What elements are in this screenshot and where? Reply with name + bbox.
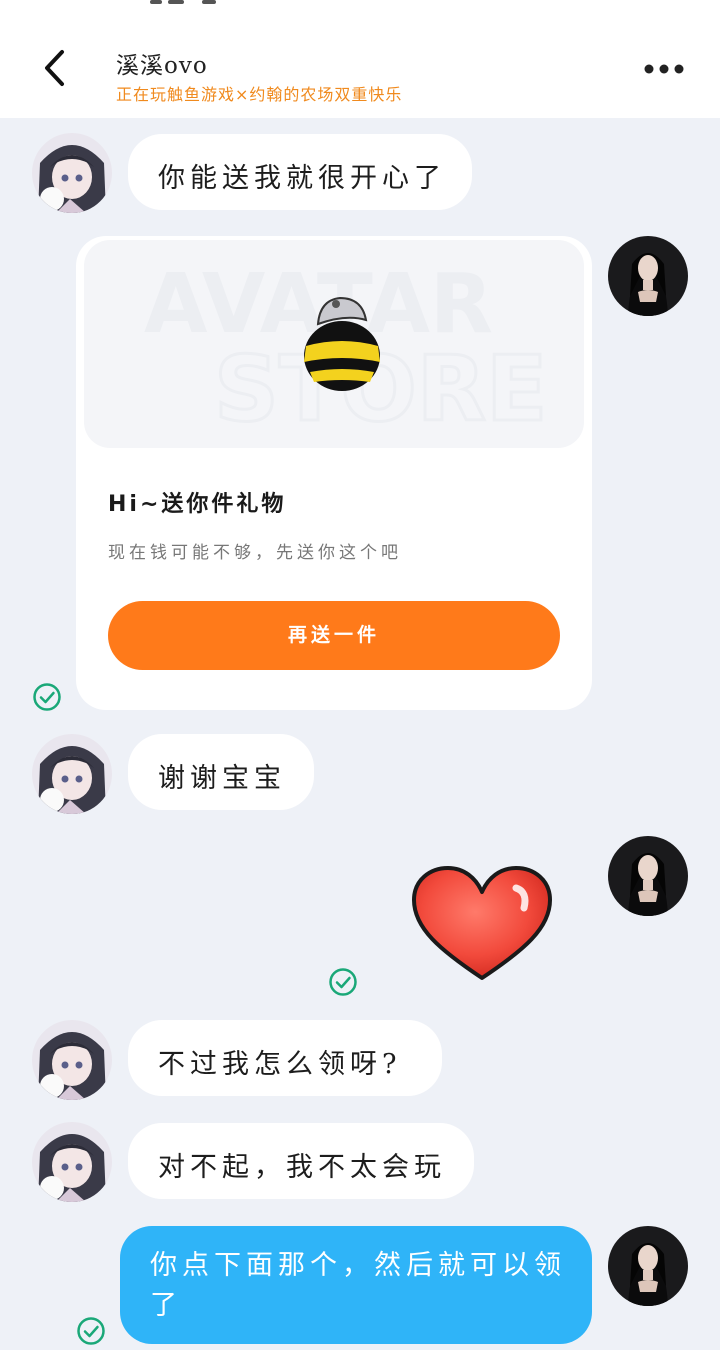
- svg-text:STORE: STORE: [214, 337, 548, 442]
- message-text: 不过我怎么领呀?: [158, 1049, 402, 1080]
- contact-status: 正在玩触鱼游戏×约翰的农场双重快乐: [116, 85, 403, 104]
- send-another-gift-button[interactable]: 再送一件: [108, 601, 560, 670]
- heart-sticker-icon[interactable]: [410, 864, 554, 984]
- anime-girl-avatar-image: [32, 734, 112, 814]
- message-text: 对不起，我不太会玩: [158, 1152, 446, 1183]
- woman-portrait-avatar-image: [608, 836, 688, 916]
- message-bubble-sent[interactable]: 你点下面那个，然后就可以领了: [120, 1226, 592, 1344]
- self-avatar[interactable]: [608, 236, 688, 316]
- contact-avatar[interactable]: [32, 133, 112, 213]
- anime-girl-avatar-image: [32, 1122, 112, 1202]
- read-check-icon: [33, 683, 61, 711]
- read-check-icon: [329, 968, 357, 996]
- message-bubble-received[interactable]: 不过我怎么领呀?: [128, 1020, 442, 1096]
- contact-avatar[interactable]: [32, 1020, 112, 1100]
- gift-card-subtitle: 现在钱可能不够，先送你这个吧: [108, 543, 402, 563]
- gift-card-message[interactable]: AVATAR STORE Hi~送你件礼物 现在钱可能不够，先送你这个吧 再送一…: [76, 236, 592, 710]
- read-check-icon: [77, 1317, 105, 1345]
- message-bubble-received[interactable]: 你能送我就很开心了: [128, 134, 472, 210]
- chevron-left-icon: [45, 50, 64, 86]
- message-bubble-received[interactable]: 谢谢宝宝: [128, 734, 314, 810]
- message-text: 谢谢宝宝: [158, 763, 286, 794]
- message-bubble-received[interactable]: 对不起，我不太会玩: [128, 1123, 474, 1199]
- back-button[interactable]: [36, 46, 76, 90]
- contact-name[interactable]: 溪溪ovo: [116, 46, 208, 80]
- status-bar-fragment: [150, 0, 230, 6]
- gift-card-title: Hi~送你件礼物: [108, 492, 287, 517]
- more-horizontal-icon: [644, 64, 684, 74]
- woman-portrait-avatar-image: [608, 1226, 688, 1306]
- contact-avatar[interactable]: [32, 734, 112, 814]
- self-avatar[interactable]: [608, 1226, 688, 1306]
- chat-header: 溪溪ovo 正在玩触鱼游戏×约翰的农场双重快乐: [0, 0, 720, 118]
- contact-avatar[interactable]: [32, 1122, 112, 1202]
- message-text: 你能送我就很开心了: [158, 163, 446, 194]
- message-text: 你点下面那个，然后就可以领了: [150, 1250, 566, 1321]
- more-options-button[interactable]: [640, 56, 690, 82]
- self-avatar[interactable]: [608, 836, 688, 916]
- woman-portrait-avatar-image: [608, 236, 688, 316]
- anime-girl-avatar-image: [32, 133, 112, 213]
- anime-girl-avatar-image: [32, 1020, 112, 1100]
